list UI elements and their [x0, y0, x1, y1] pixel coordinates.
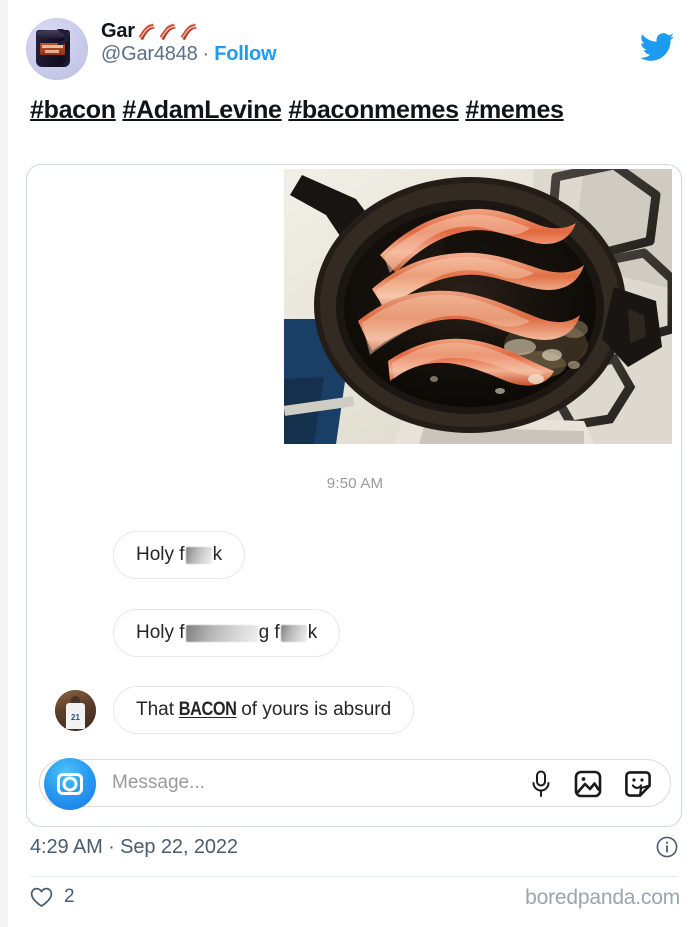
handle-row: @Gar4848 · Follow [101, 43, 277, 66]
dm-message-time: 9:50 AM [326, 475, 384, 492]
info-circle-icon[interactable] [656, 836, 678, 858]
message-input[interactable]: Message... [112, 772, 205, 794]
hashtag-link-bacon[interactable]: #bacon [30, 96, 116, 124]
bacon-photo[interactable] [284, 169, 672, 444]
like-count: 2 [64, 886, 75, 907]
hashtag-link-adamlevine[interactable]: #AdamLevine [122, 96, 282, 124]
camera-glyph [57, 773, 83, 795]
tweet-text-body: #bacon #AdamLevine #baconmemes #memes [30, 94, 670, 127]
message-sender-avatar[interactable] [55, 690, 96, 731]
dm-input-bar[interactable]: Message... [39, 758, 671, 810]
message-text: Holy f [136, 544, 185, 565]
hashtag-link-memes[interactable]: #memes [465, 96, 564, 124]
message-text: That [136, 699, 175, 720]
message-text: k [307, 622, 318, 643]
bacon-emoji-icon [180, 23, 197, 40]
microphone-icon[interactable] [530, 770, 552, 798]
avatar[interactable] [26, 18, 88, 80]
bacon-emoji-icon [138, 23, 155, 40]
sticker-icon[interactable] [624, 770, 652, 798]
photo-gallery-icon[interactable] [574, 770, 602, 798]
censor-block [280, 624, 307, 642]
message-text: k [212, 544, 223, 565]
tweet-timestamp: 4:29 AM · Sep 22, 2022 [30, 836, 238, 858]
message-bubble[interactable]: Holy f k [113, 531, 246, 579]
dm-input-icons [530, 770, 652, 798]
embedded-dm-screenshot[interactable]: 9:50 AM Holy f k Holy f g f k That BACON… [26, 164, 682, 827]
footer-divider [30, 876, 678, 877]
tweet-header: Gar @Gar4848 · Follow [26, 16, 686, 82]
tweet-card: Gar @Gar4848 · Follow #bacon #AdamLevine… [8, 0, 700, 927]
message-emphasis-bacon: BACON [178, 699, 237, 720]
message-text: Holy f [136, 622, 185, 643]
like-group[interactable]: 2 [30, 886, 75, 908]
display-name[interactable]: Gar [101, 20, 135, 43]
follow-button[interactable]: Follow [214, 43, 276, 66]
hashtag-link-baconmemes[interactable]: #baconmemes [288, 96, 459, 124]
heart-icon[interactable] [30, 887, 53, 908]
camera-icon[interactable] [44, 758, 96, 810]
name-row: Gar [101, 19, 199, 43]
message-bubble[interactable]: That BACON of yours is absurd [113, 686, 415, 734]
separator: · [202, 43, 210, 65]
user-handle[interactable]: @Gar4848 [101, 43, 198, 66]
censor-block [185, 624, 258, 642]
bacon-emoji-icon [159, 23, 176, 40]
avatar-jersey [66, 703, 85, 729]
message-bubble[interactable]: Holy f g f k [113, 609, 341, 657]
message-text: g f [258, 622, 280, 643]
censor-block [185, 546, 212, 564]
twitter-bird-icon[interactable] [640, 30, 674, 64]
message-text: of yours is absurd [241, 699, 392, 720]
watermark: boredpanda.com [525, 886, 680, 909]
bacon-emoji-group [136, 21, 199, 41]
